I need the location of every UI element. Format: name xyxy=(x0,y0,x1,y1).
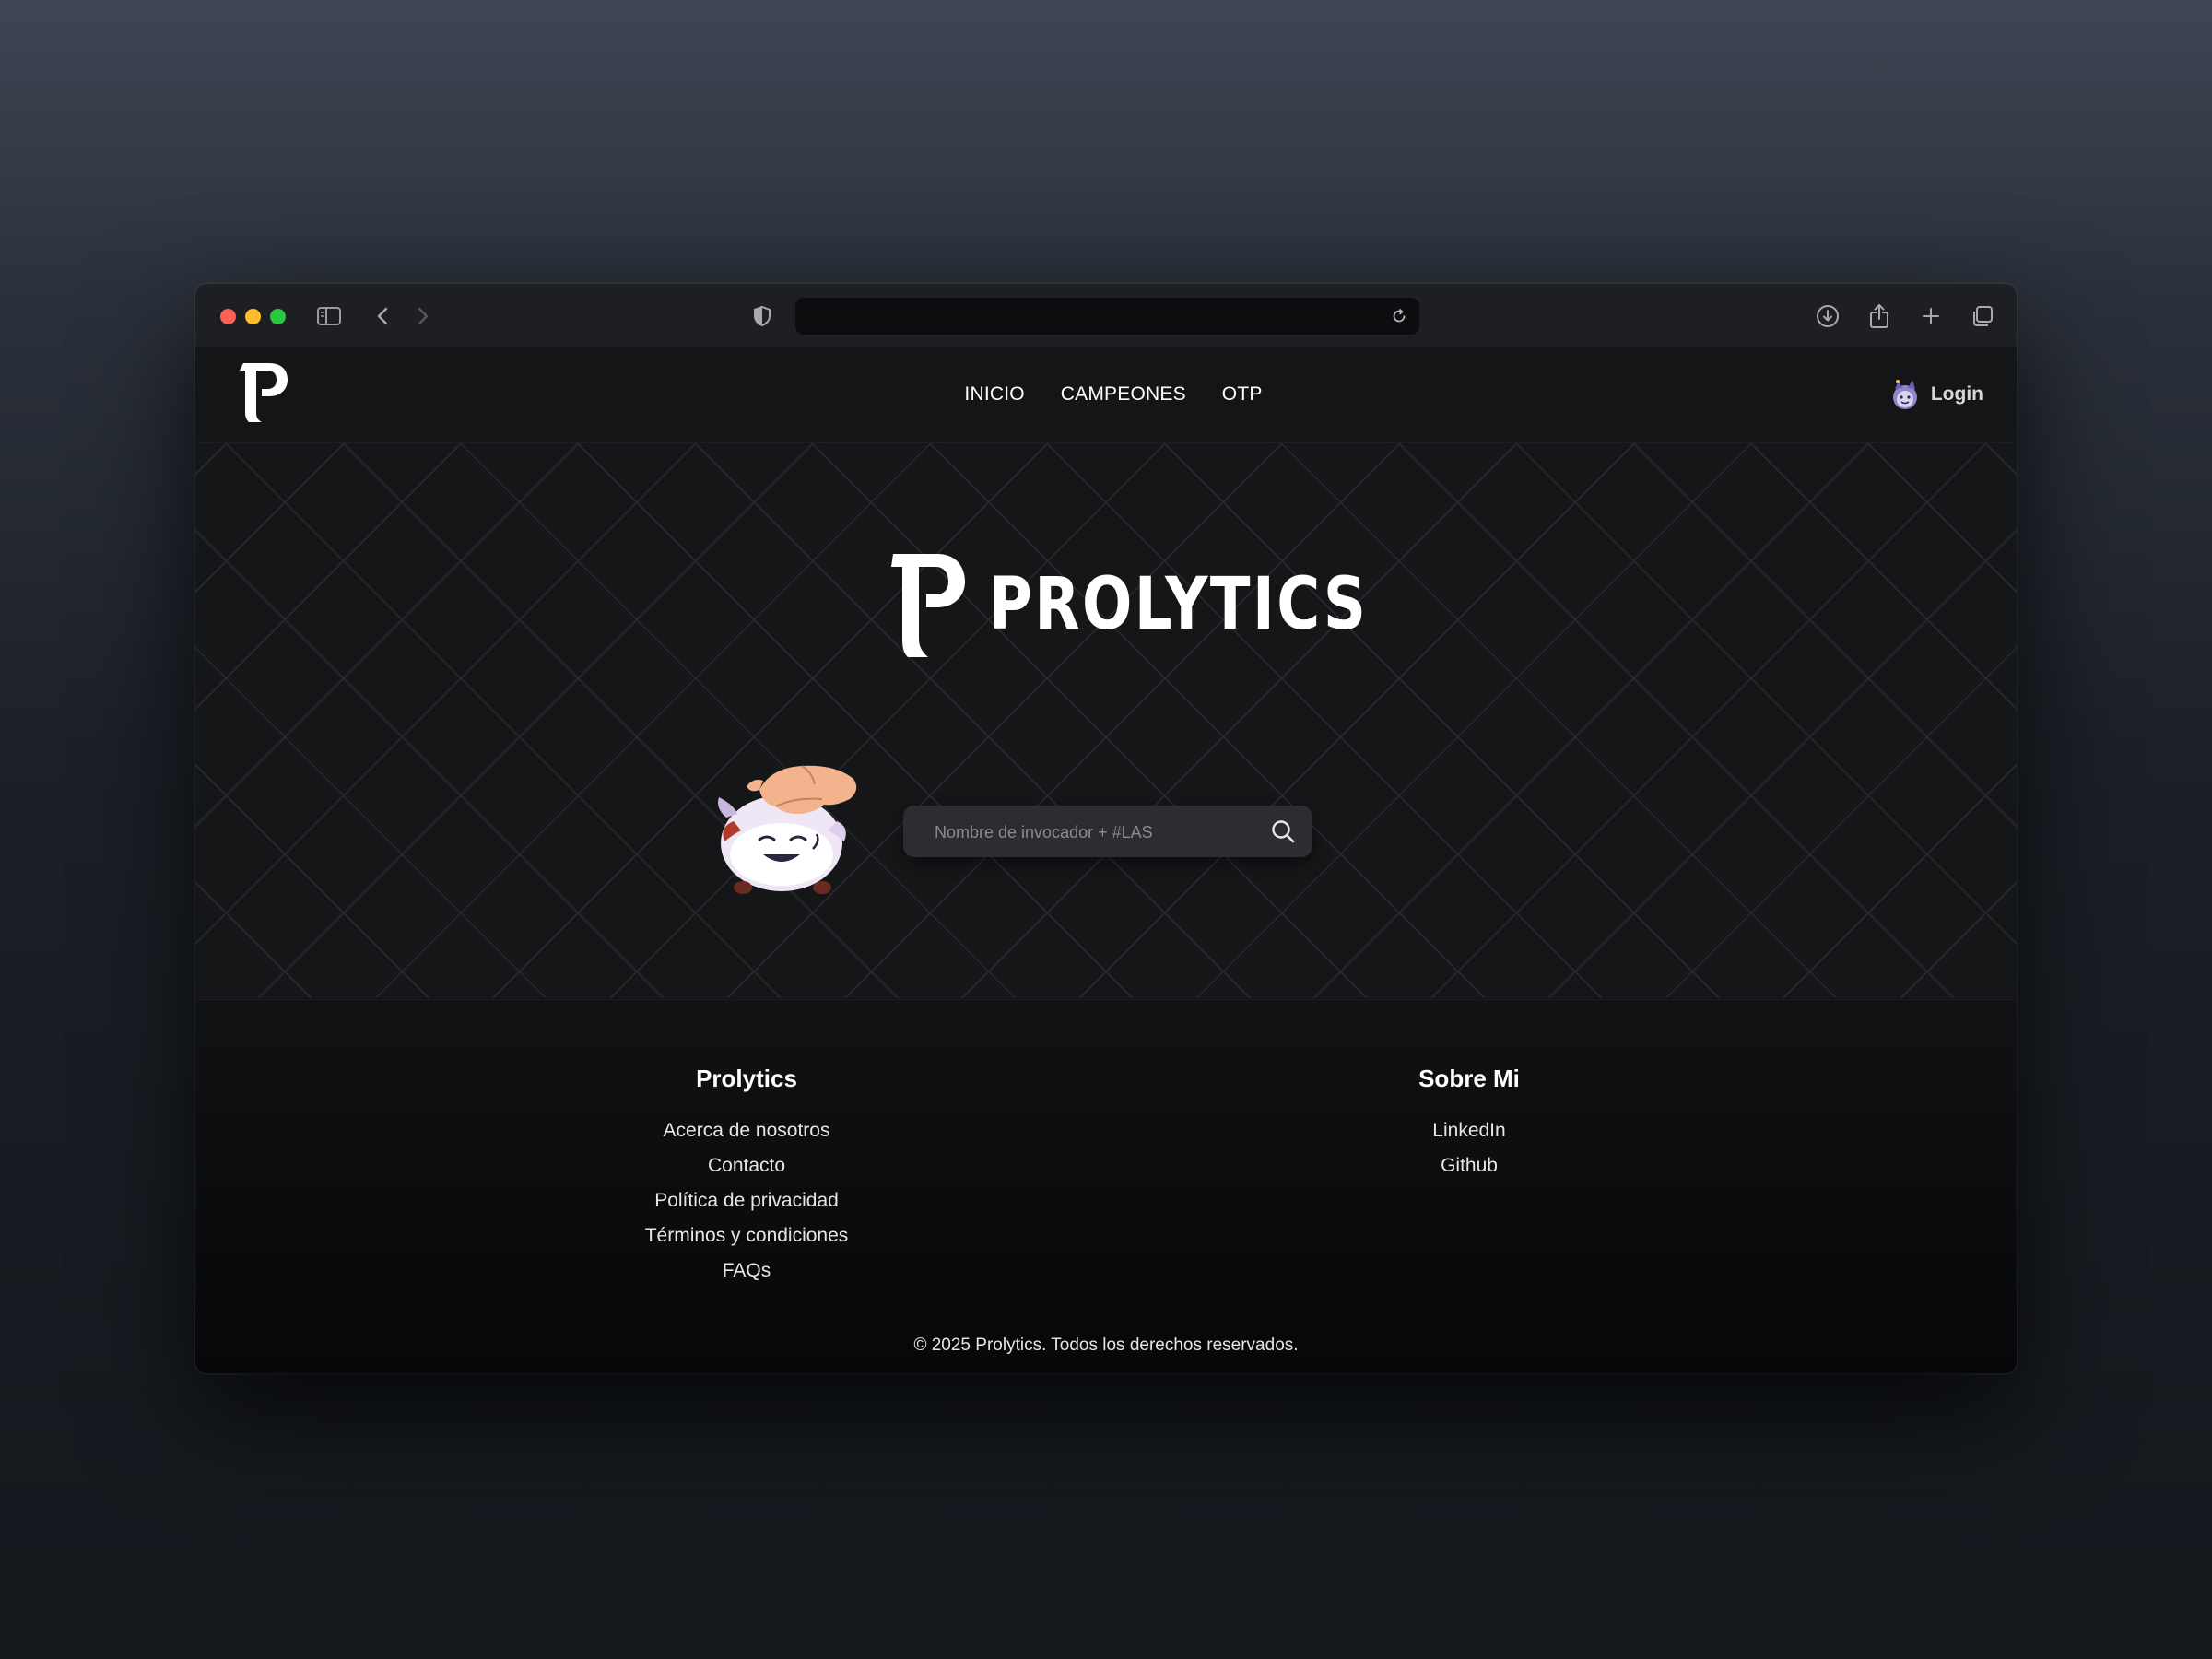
main-nav: INICIO CAMPEONES OTP xyxy=(195,347,2017,442)
login-button[interactable]: Login xyxy=(1888,378,1983,411)
browser-window: INICIO CAMPEONES OTP Login PROLYTICS Nom… xyxy=(195,284,2017,1373)
footer-heading-prolytics: Prolytics xyxy=(696,1065,797,1092)
sidebar-icon[interactable] xyxy=(313,300,345,332)
shield-icon[interactable] xyxy=(747,300,778,332)
footer-link-about[interactable]: Acerca de nosotros xyxy=(562,1113,931,1148)
nav-campeones[interactable]: CAMPEONES xyxy=(1061,383,1186,406)
poro-mascot-image xyxy=(718,765,857,894)
zoom-window-button[interactable] xyxy=(270,309,286,324)
brand-logo-mark xyxy=(891,554,965,657)
share-icon[interactable] xyxy=(1864,300,1895,332)
site-footer: Prolytics Acerca de nosotros Contacto Po… xyxy=(195,999,2017,1373)
login-label: Login xyxy=(1930,383,1983,405)
chevron-left-icon[interactable] xyxy=(367,300,398,332)
avatar xyxy=(1892,380,1917,409)
summoner-search-input[interactable] xyxy=(933,806,1259,859)
search-icon[interactable] xyxy=(1268,817,1298,846)
brand-wordmark: PROLYTICS xyxy=(989,563,1369,646)
plus-icon[interactable] xyxy=(1915,300,1947,332)
chevron-right-icon[interactable] xyxy=(407,300,439,332)
browser-toolbar xyxy=(195,284,2017,347)
copyright-text: © 2025 Prolytics. Todos los derechos res… xyxy=(913,1335,1299,1355)
footer-link-github[interactable]: Github xyxy=(1285,1148,1653,1183)
footer-link-terms[interactable]: Términos y condiciones xyxy=(562,1218,931,1253)
footer-link-linkedin[interactable]: LinkedIn xyxy=(1285,1113,1653,1148)
nav-otp[interactable]: OTP xyxy=(1222,383,1263,406)
close-window-button[interactable] xyxy=(220,309,236,324)
footer-link-contact[interactable]: Contacto xyxy=(562,1148,931,1183)
footer-link-privacy[interactable]: Política de privacidad xyxy=(562,1183,931,1218)
hero-section: PROLYTICS xyxy=(195,443,2017,998)
footer-column-prolytics: Prolytics Acerca de nosotros Contacto Po… xyxy=(562,1065,931,1288)
footer-link-faqs[interactable]: FAQs xyxy=(562,1253,931,1288)
site-header: INICIO CAMPEONES OTP Login xyxy=(195,347,2017,443)
download-icon[interactable] xyxy=(1812,300,1843,332)
nav-inicio[interactable]: INICIO xyxy=(964,383,1024,406)
address-bar[interactable] xyxy=(795,298,1419,335)
tabs-icon[interactable] xyxy=(1967,300,1998,332)
hero-logo: PROLYTICS xyxy=(889,548,1452,661)
reload-icon[interactable] xyxy=(1386,303,1412,329)
summoner-search xyxy=(903,806,1312,859)
footer-heading-sobre-mi: Sobre Mi xyxy=(1418,1065,1520,1092)
minimize-window-button[interactable] xyxy=(245,309,261,324)
footer-column-sobre-mi: Sobre Mi LinkedIn Github xyxy=(1285,1065,1653,1183)
